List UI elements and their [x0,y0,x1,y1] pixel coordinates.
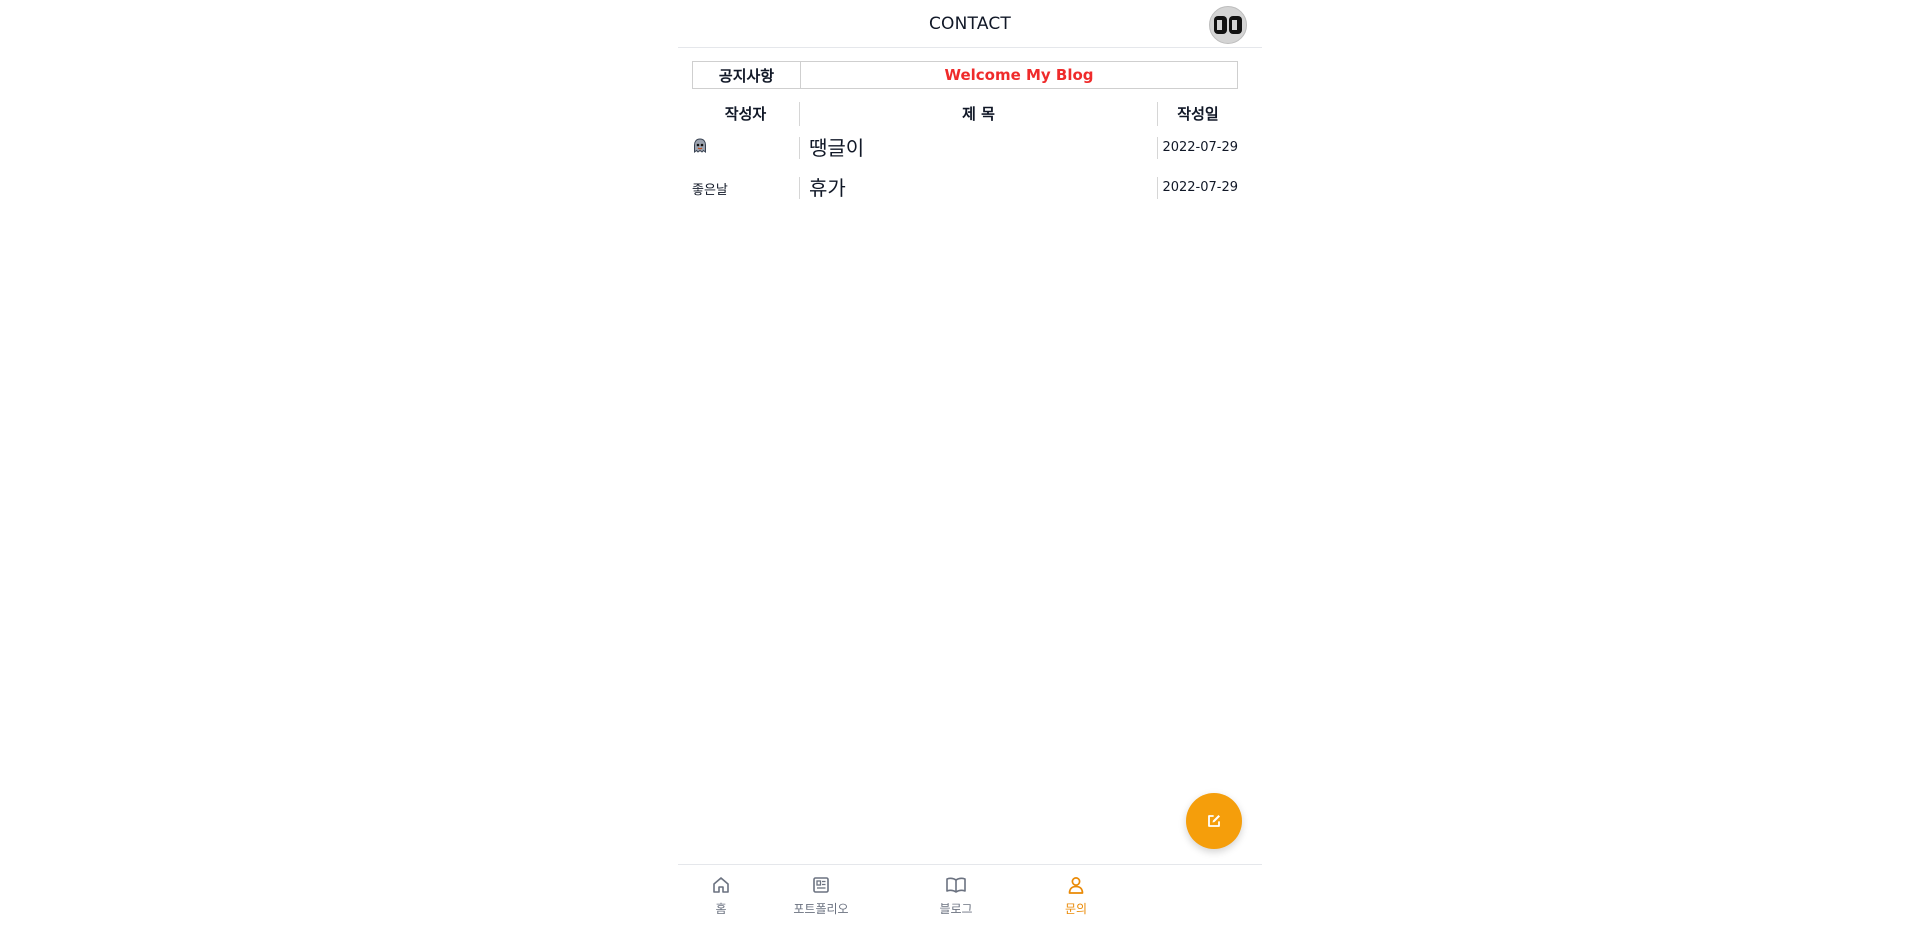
column-header-date: 작성일 [1157,101,1238,126]
bottom-nav: 홈 포트폴리오 블로그 문의 [678,864,1262,938]
header: CONTACT [678,0,1262,48]
user-icon [1068,877,1084,894]
post-date: 2022-07-29 [1157,137,1238,159]
post-title[interactable]: 휴가 [799,177,1157,199]
column-header-title: 제 목 [799,101,1157,126]
nav-label: 포트폴리오 [793,902,849,916]
table-header-row: 작성자 제 목 작성일 [692,99,1238,128]
post-table: 작성자 제 목 작성일 땡글이 2022-07-29 좋은날 휴가 2022-0… [692,99,1238,208]
edit-icon [1208,815,1220,827]
table-row[interactable]: 땡글이 2022-07-29 [692,128,1238,168]
app-container: CONTACT 공지사항 Welcome My Blog 작성자 제 목 작성일 [678,0,1262,937]
nav-label: 블로그 [939,902,973,916]
ghost-icon [694,138,706,153]
nav-label: 문의 [1064,902,1088,916]
notice-bar[interactable]: 공지사항 Welcome My Blog [692,61,1238,89]
book-icon [946,877,966,893]
table-row[interactable]: 좋은날 휴가 2022-07-29 [692,168,1238,208]
nav-item-home[interactable]: 홈 [671,875,771,917]
post-date: 2022-07-29 [1157,177,1238,199]
column-header-author: 작성자 [724,105,767,123]
notice-text[interactable]: Welcome My Blog [801,62,1237,88]
nav-item-contact[interactable]: 문의 [1026,875,1126,917]
avatar[interactable] [1209,6,1247,44]
avatar-logo-icon [1214,16,1242,34]
nav-item-portfolio[interactable]: 포트폴리오 [771,875,871,917]
page-title: CONTACT [928,14,1012,34]
nav-label: 홈 [715,902,727,916]
newspaper-icon [813,877,829,893]
write-post-button[interactable] [1186,793,1242,849]
author-cell: 좋은날 [692,182,728,198]
notice-label: 공지사항 [693,62,801,88]
post-title[interactable]: 땡글이 [799,137,1157,159]
home-icon [713,877,729,893]
nav-item-blog[interactable]: 블로그 [906,875,1006,917]
author-cell [692,138,799,158]
